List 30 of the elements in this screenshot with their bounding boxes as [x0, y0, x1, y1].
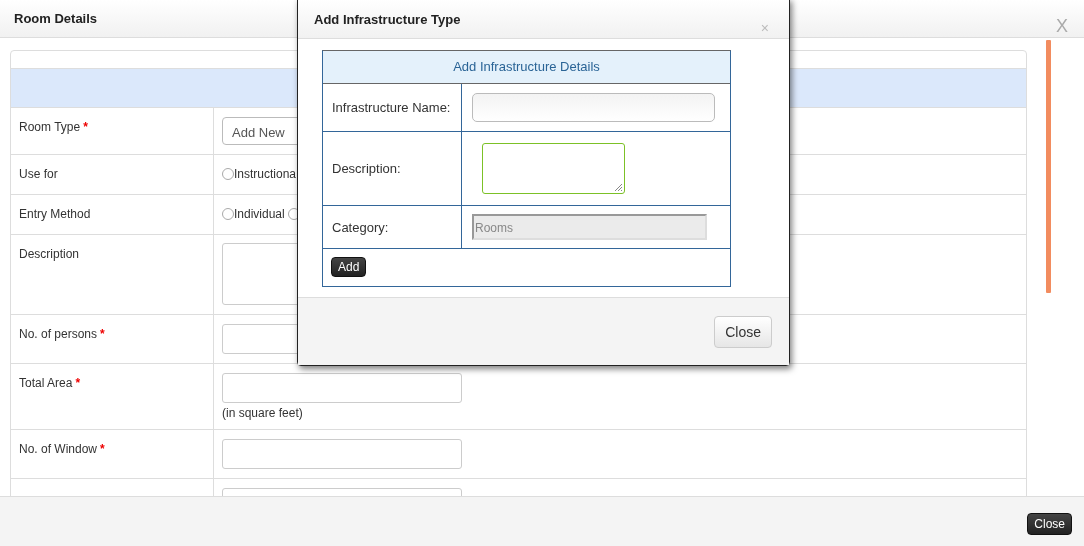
- dialog-title: Add Infrastructure Type: [314, 12, 461, 29]
- add-button[interactable]: Add: [331, 257, 367, 277]
- scrollbar[interactable]: [1046, 40, 1051, 293]
- window-title: Room Details: [14, 11, 98, 26]
- input-field[interactable]: [222, 439, 462, 469]
- required-mark: *: [100, 327, 105, 341]
- field-label: Room Type: [19, 120, 81, 134]
- resize-grip-icon[interactable]: [613, 182, 623, 192]
- radio-label: Instructiona: [234, 167, 297, 181]
- radio-label: Individual: [234, 207, 285, 221]
- table-title: Add Infrastructure Details: [323, 51, 730, 84]
- field-label: No. of Window: [19, 442, 98, 456]
- name-field[interactable]: [472, 93, 715, 122]
- close-button[interactable]: Close: [714, 315, 772, 348]
- field-label: Infrastructure Name:: [332, 100, 451, 115]
- category-field: Rooms: [472, 214, 707, 240]
- field-hint: (in square feet): [222, 406, 304, 420]
- close-button[interactable]: Close: [1027, 512, 1072, 535]
- required-mark: *: [75, 376, 81, 390]
- field-label: Use for: [19, 167, 58, 181]
- field-label: Description: [19, 247, 80, 261]
- required-mark: *: [83, 120, 88, 134]
- field-label: Entry Method: [19, 207, 91, 221]
- field-label: Category:: [332, 219, 389, 235]
- required-mark: *: [100, 442, 105, 456]
- field-label: Description:: [332, 161, 401, 176]
- description-field[interactable]: [482, 143, 625, 194]
- field-label: Total Area: [19, 376, 73, 390]
- input-field[interactable]: [222, 373, 462, 403]
- field-label: No. of persons: [19, 327, 98, 341]
